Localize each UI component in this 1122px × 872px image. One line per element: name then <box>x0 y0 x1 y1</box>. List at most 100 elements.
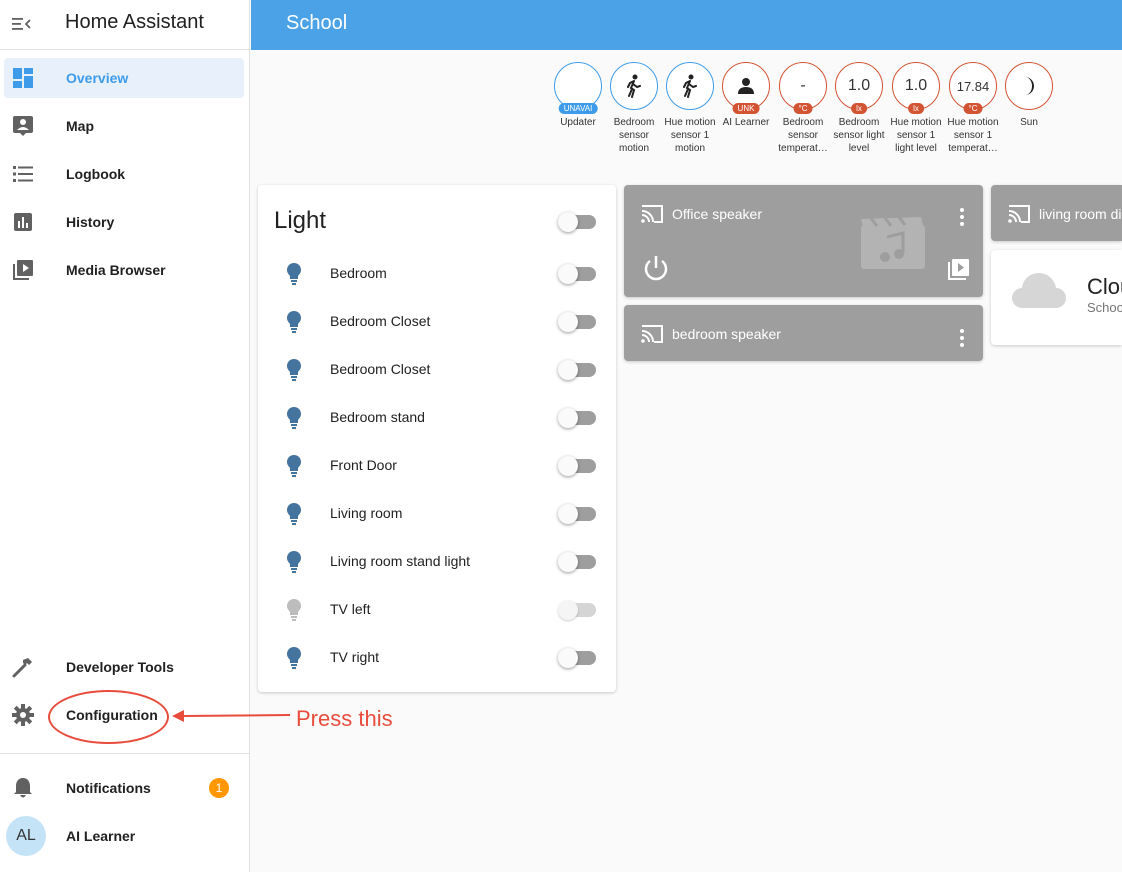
media-player-name: living room di <box>1039 206 1122 222</box>
entity-row-bedroom-closet[interactable]: Bedroom Closet <box>258 301 616 341</box>
user-name: AI Learner <box>66 828 136 844</box>
annotation-arrow <box>172 710 291 722</box>
badge-caption: Bedroom sensor motion <box>613 117 655 154</box>
entity-toggle[interactable] <box>558 408 596 428</box>
bell-icon <box>11 776 35 800</box>
sidebar-item-map[interactable]: Map <box>4 106 244 146</box>
collapse-menu-button[interactable] <box>10 12 34 36</box>
entity-toggle[interactable] <box>558 312 596 332</box>
badge-updater[interactable]: UNAVAI Updater <box>551 62 605 129</box>
sidebar-item-history[interactable]: History <box>4 202 244 242</box>
entity-row-living-room-stand-light[interactable]: Living room stand light <box>258 541 616 581</box>
badge-caption: Hue motion sensor 1 motion <box>664 117 716 154</box>
entity-toggle[interactable] <box>558 648 596 668</box>
entity-name: Bedroom stand <box>330 409 425 425</box>
badge-circle <box>1005 62 1053 110</box>
sidebar-item-profile[interactable]: AL AI Learner <box>4 816 244 856</box>
lightbulb-icon <box>287 311 301 333</box>
badge-caption: Hue motion sensor 1 light level <box>890 117 942 154</box>
entity-toggle[interactable] <box>558 552 596 572</box>
sidebar-item-label: Notifications <box>66 780 151 796</box>
hammer-icon <box>11 655 35 679</box>
entity-name: Front Door <box>330 457 397 473</box>
sidebar-item-label: Developer Tools <box>66 659 174 675</box>
cast-icon <box>641 205 663 223</box>
notification-count-badge: 1 <box>209 778 229 798</box>
entity-name: Bedroom Closet <box>330 313 431 329</box>
chart-bar-icon <box>11 210 35 234</box>
weather-card[interactable]: Clou Schoo <box>991 250 1122 345</box>
weather-location: Schoo <box>1087 300 1122 315</box>
lightbulb-icon <box>287 263 301 285</box>
lightbulb-icon <box>287 455 301 477</box>
entity-name: Bedroom Closet <box>330 361 431 377</box>
weather-condition: Clou <box>1087 274 1122 299</box>
badge-hue-motion[interactable]: Hue motion sensor 1 motion <box>663 62 717 155</box>
badge-circle: 1.0 lx <box>892 62 940 114</box>
entity-row-tv-right[interactable]: TV right <box>258 637 616 677</box>
walk-icon <box>627 74 641 98</box>
cast-icon <box>1008 205 1030 223</box>
entity-row-bedroom-closet-2[interactable]: Bedroom Closet <box>258 349 616 389</box>
badge-circle <box>666 62 714 110</box>
media-card-bedroom-speaker[interactable]: bedroom speaker <box>624 305 983 361</box>
entity-name: Bedroom <box>330 265 387 281</box>
sidebar-item-label: Overview <box>66 70 129 86</box>
play-box-icon <box>11 258 35 282</box>
card-title: Light <box>274 207 327 234</box>
sidebar-divider <box>0 753 250 754</box>
entity-row-tv-left[interactable]: TV left <box>258 589 616 629</box>
media-player-name: bedroom speaker <box>672 326 781 342</box>
sidebar-item-logbook[interactable]: Logbook <box>4 154 244 194</box>
sidebar-item-media-browser[interactable]: Media Browser <box>4 250 244 290</box>
badge-caption: Sun <box>1020 117 1038 128</box>
media-player-name: Office speaker <box>672 206 763 222</box>
entity-row-bedroom[interactable]: Bedroom <box>258 253 616 293</box>
sidebar-item-label: History <box>66 214 115 230</box>
lightbulb-icon <box>287 407 301 429</box>
sidebar-header: Home Assistant <box>0 0 250 50</box>
entity-row-bedroom-stand[interactable]: Bedroom stand <box>258 397 616 437</box>
badge-unit: lx <box>851 103 867 114</box>
annotation-text: Press this <box>296 706 393 731</box>
entity-name: TV left <box>330 601 371 617</box>
entity-toggle[interactable] <box>558 504 596 524</box>
badge-hue-temperature[interactable]: 17.84 °C Hue motion sensor 1 temperat… <box>946 62 1000 155</box>
sidebar-item-label: Logbook <box>66 166 126 182</box>
more-vert-icon[interactable] <box>959 208 965 226</box>
badge-hue-light-level[interactable]: 1.0 lx Hue motion sensor 1 light level <box>889 62 943 155</box>
entity-row-front-door[interactable]: Front Door <box>258 445 616 485</box>
cog-icon <box>11 703 35 727</box>
list-icon <box>11 162 35 186</box>
power-icon[interactable] <box>642 254 670 282</box>
badge-sun[interactable]: Sun <box>1002 62 1056 129</box>
cast-icon <box>641 325 663 343</box>
sidebar-item-overview[interactable]: Overview <box>4 58 244 98</box>
badge-ai-learner[interactable]: UNK AI Learner <box>719 62 773 129</box>
badge-bedroom-temperature[interactable]: - °C Bedroom sensor temperat… <box>776 62 830 155</box>
avatar: AL <box>6 816 46 856</box>
sidebar-item-developer-tools[interactable]: Developer Tools <box>4 647 244 687</box>
badge-unit: °C <box>963 103 983 114</box>
badge-caption: Bedroom sensor light level <box>833 117 885 154</box>
entity-toggle[interactable] <box>558 360 596 380</box>
sidebar-item-notifications[interactable]: Notifications 1 <box>4 768 244 808</box>
badge-caption: Hue motion sensor 1 temperat… <box>947 117 999 154</box>
entity-name: Living room <box>330 505 403 521</box>
media-browse-icon[interactable] <box>948 258 970 280</box>
walk-icon <box>683 74 697 98</box>
entity-toggle[interactable] <box>558 456 596 476</box>
badge-bedroom-light-level[interactable]: 1.0 lx Bedroom sensor light level <box>832 62 886 155</box>
badge-unit: °C <box>793 103 813 114</box>
media-card-living-room[interactable]: living room di <box>991 185 1122 241</box>
more-vert-icon[interactable] <box>959 329 965 347</box>
light-group-toggle[interactable] <box>558 212 596 232</box>
badge-circle <box>610 62 658 110</box>
media-card-office-speaker[interactable]: Office speaker <box>624 185 983 297</box>
moon-icon <box>1025 77 1034 95</box>
badge-caption: Bedroom sensor temperat… <box>778 117 828 154</box>
badge-bedroom-motion[interactable]: Bedroom sensor motion <box>607 62 661 155</box>
entity-row-living-room[interactable]: Living room <box>258 493 616 533</box>
app-header: School <box>251 0 1122 50</box>
entity-toggle[interactable] <box>558 264 596 284</box>
